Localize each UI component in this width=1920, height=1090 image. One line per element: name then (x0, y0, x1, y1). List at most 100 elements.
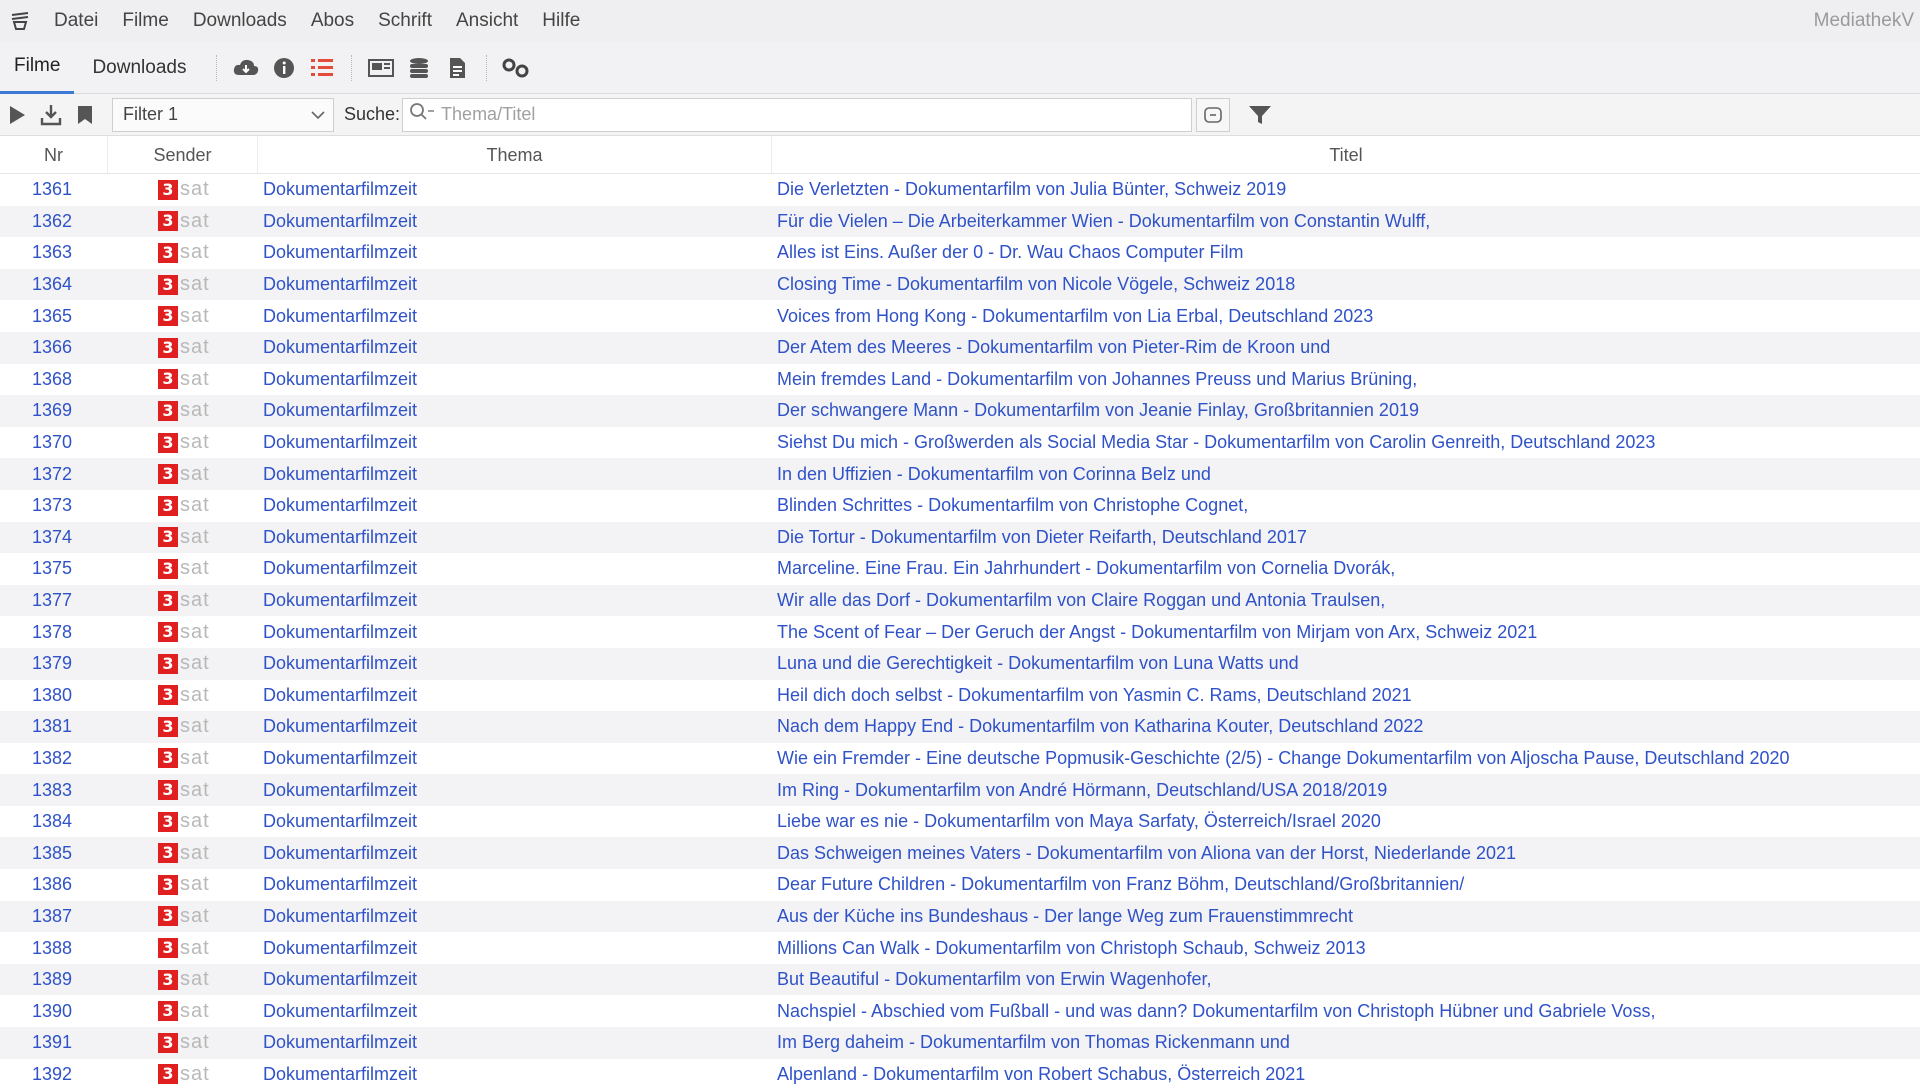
sender-logo-number: 3 (158, 464, 178, 485)
table-row[interactable]: 1365 3 sat Dokumentarfilmzeit Voices from Ho… (0, 300, 1920, 332)
table-row[interactable]: 1387 3 sat Dokumentarfilmzeit Aus der Küche … (0, 900, 1920, 933)
app-logo-icon[interactable] (0, 0, 40, 42)
sender-logo: 3 sat (108, 178, 258, 201)
cell-nr: 1380 (32, 684, 73, 705)
sender-logo-text: sat (180, 367, 210, 390)
clear-search-button[interactable] (1196, 97, 1231, 132)
table-row[interactable]: 1389 3 sat Dokumentarfilmzeit But Beautiful … (0, 963, 1920, 996)
sender-logo-text: sat (180, 178, 210, 201)
cell-titel: In den Uffizien - Dokumentarfilm von Cor… (777, 463, 1211, 484)
cell-titel: But Beautiful - Dokumentarfilm von Erwin… (777, 969, 1212, 990)
menu-datei[interactable]: Datei (40, 0, 110, 42)
table-row[interactable]: 1386 3 sat Dokumentarfilmzeit Dear Future Ch… (0, 869, 1920, 901)
film-table: Nr Sender Thema Titel 1361 3 sat Dokumentar… (0, 136, 1920, 1090)
search-label: Suche: (344, 104, 401, 124)
list-icon[interactable] (303, 42, 341, 94)
filter-select[interactable]: Filter 1 (112, 97, 334, 132)
sender-logo: 3 sat (108, 1000, 258, 1023)
tab-downloads[interactable]: Downloads (74, 42, 206, 94)
cell-nr: 1368 (32, 368, 73, 389)
sender-logo-text: sat (180, 462, 210, 485)
cell-nr: 1387 (32, 905, 73, 926)
menu-ansicht[interactable]: Ansicht (444, 0, 530, 42)
sender-logo: 3 sat (108, 368, 258, 391)
sender-logo: 3 sat (108, 526, 258, 549)
menu-schrift[interactable]: Schrift (366, 0, 444, 42)
cell-thema: Dokumentarfilmzeit (263, 526, 418, 547)
table-row[interactable]: 1368 3 sat Dokumentarfilmzeit Mein fremdes L… (0, 363, 1920, 396)
table-row[interactable]: 1379 3 sat Dokumentarfilmzeit Luna und die G… (0, 647, 1920, 680)
sender-logo-number: 3 (158, 1064, 178, 1085)
table-header: Nr Sender Thema Titel (0, 136, 1920, 174)
table-row[interactable]: 1364 3 sat Dokumentarfilmzeit Closing Time -… (0, 268, 1920, 301)
menu-filme[interactable]: Filme (110, 0, 180, 42)
table-row[interactable]: 1383 3 sat Dokumentarfilmzeit Im Ring - Doku… (0, 774, 1920, 806)
cell-nr: 1377 (32, 590, 73, 611)
table-row[interactable]: 1369 3 sat Dokumentarfilmzeit Der schwangere… (0, 395, 1920, 427)
table-row[interactable]: 1382 3 sat Dokumentarfilmzeit Wie ein Fremde… (0, 742, 1920, 775)
table-row[interactable]: 1366 3 sat Dokumentarfilmzeit Der Atem des M… (0, 331, 1920, 364)
table-row[interactable]: 1388 3 sat Dokumentarfilmzeit Millions Can W… (0, 932, 1920, 964)
table-row[interactable]: 1362 3 sat Dokumentarfilmzeit Für die Vielen… (0, 205, 1920, 238)
table-row[interactable]: 1391 3 sat Dokumentarfilmzeit Im Berg daheim… (0, 1027, 1920, 1059)
cell-thema: Dokumentarfilmzeit (263, 210, 418, 231)
cell-nr: 1386 (32, 874, 73, 895)
menu-downloads[interactable]: Downloads (181, 0, 299, 42)
play-icon[interactable] (0, 94, 34, 136)
search-input[interactable] (441, 104, 1142, 125)
table-row[interactable]: 1375 3 sat Dokumentarfilmzeit Marceline. Ein… (0, 553, 1920, 585)
cell-titel: Closing Time - Dokumentarfilm von Nicole… (777, 274, 1296, 295)
cloud-download-icon[interactable] (227, 42, 265, 94)
table-row[interactable]: 1380 3 sat Dokumentarfilmzeit Heil dich doch… (0, 679, 1920, 712)
cell-thema: Dokumentarfilmzeit (263, 432, 418, 453)
table-row[interactable]: 1377 3 sat Dokumentarfilmzeit Wir alle das D… (0, 584, 1920, 617)
sender-logo-number: 3 (158, 242, 178, 263)
cell-thema: Dokumentarfilmzeit (263, 274, 418, 295)
cell-nr: 1363 (32, 242, 73, 263)
table-row[interactable]: 1372 3 sat Dokumentarfilmzeit In den Uffizie… (0, 458, 1920, 490)
sender-logo-number: 3 (158, 1001, 178, 1022)
table-row[interactable]: 1392 3 sat Dokumentarfilmzeit Alpenland - Do… (0, 1058, 1920, 1090)
download-icon[interactable] (34, 94, 68, 136)
document-icon[interactable] (438, 42, 476, 94)
cell-thema: Dokumentarfilmzeit (263, 495, 418, 516)
sender-logo: 3 sat (108, 905, 258, 928)
video-player-icon[interactable] (362, 42, 400, 94)
column-header-nr[interactable]: Nr (0, 136, 108, 173)
sender-logo-number: 3 (158, 274, 178, 295)
table-row[interactable]: 1381 3 sat Dokumentarfilmzeit Nach dem Happy… (0, 711, 1920, 743)
table-row[interactable]: 1385 3 sat Dokumentarfilmzeit Das Schweigen … (0, 837, 1920, 870)
bookmark-icon[interactable] (68, 94, 102, 136)
table-row[interactable]: 1363 3 sat Dokumentarfilmzeit Alles ist Eins… (0, 237, 1920, 269)
cell-nr: 1382 (32, 747, 73, 768)
cell-titel: Aus der Küche ins Bundeshaus - Der lange… (777, 905, 1353, 926)
menu-abos[interactable]: Abos (299, 0, 366, 42)
settings-icon[interactable] (497, 42, 535, 94)
cell-titel: Heil dich doch selbst - Dokumentarfilm v… (777, 684, 1412, 705)
table-row[interactable]: 1378 3 sat Dokumentarfilmzeit The Scent of F… (0, 616, 1920, 648)
sender-logo-number: 3 (158, 906, 178, 927)
filter-funnel-icon[interactable] (1240, 94, 1280, 136)
column-header-sender[interactable]: Sender (108, 136, 258, 173)
table-row[interactable]: 1370 3 sat Dokumentarfilmzeit Siehst Du mich… (0, 426, 1920, 459)
table-row[interactable]: 1384 3 sat Dokumentarfilmzeit Liebe war es n… (0, 805, 1920, 838)
table-row[interactable]: 1373 3 sat Dokumentarfilmzeit Blinden Schrit… (0, 489, 1920, 522)
column-header-titel[interactable]: Titel (772, 136, 1920, 173)
cell-thema: Dokumentarfilmzeit (263, 1032, 418, 1053)
table-row[interactable]: 1374 3 sat Dokumentarfilmzeit Die Tortur - D… (0, 521, 1920, 554)
sender-logo-text: sat (180, 209, 210, 232)
cell-titel: Millions Can Walk - Dokumentarfilm von C… (777, 937, 1366, 958)
cell-titel: Liebe war es nie - Dokumentarfilm von Ma… (777, 811, 1381, 832)
tab-filme[interactable]: Filme (0, 42, 75, 94)
cell-nr: 1370 (32, 432, 73, 453)
column-header-thema[interactable]: Thema (258, 136, 772, 173)
info-icon[interactable] (265, 42, 303, 94)
table-row[interactable]: 1390 3 sat Dokumentarfilmzeit Nachspiel - Ab… (0, 995, 1920, 1028)
table-row[interactable]: 1361 3 sat Dokumentarfilmzeit Die Verletzten… (0, 174, 1920, 206)
sender-logo-text: sat (180, 620, 210, 643)
cell-titel: Im Ring - Dokumentarfilm von André Hörma… (777, 779, 1388, 800)
sender-logo-number: 3 (158, 685, 178, 706)
menu-hilfe[interactable]: Hilfe (530, 0, 592, 42)
cell-nr: 1392 (32, 1063, 73, 1084)
stack-icon[interactable] (400, 42, 438, 94)
